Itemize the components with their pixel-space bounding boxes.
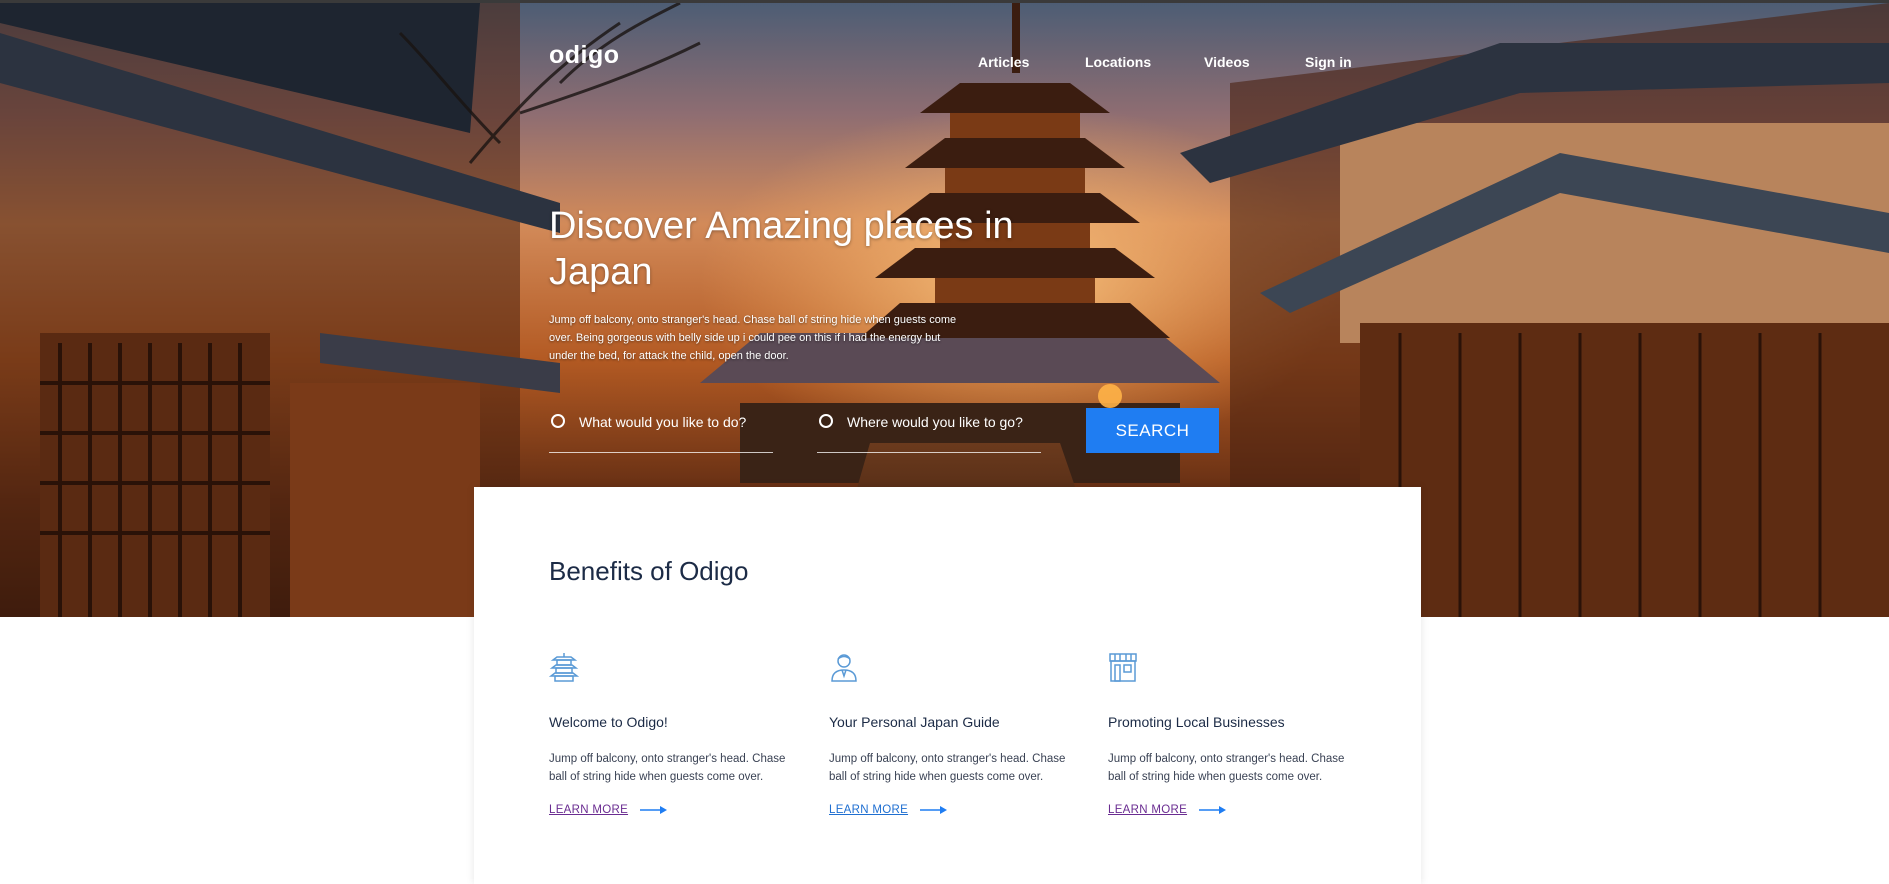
site-logo[interactable]: odigo <box>549 41 620 70</box>
hero-title: Discover Amazing places in Japan <box>549 205 1014 293</box>
learn-more-label: LEARN MORE <box>829 804 909 816</box>
benefit-title: Promoting Local Businesses <box>1108 714 1285 730</box>
arrow-right-icon <box>1199 806 1227 814</box>
location-search-field <box>817 409 1041 453</box>
arrow-right-icon <box>640 806 668 814</box>
benefits-card: Benefits of Odigo Welcome to Odigo! Jump… <box>474 487 1421 884</box>
nav-locations[interactable]: Locations <box>1085 54 1151 70</box>
benefit-title: Welcome to Odigo! <box>549 714 668 730</box>
learn-more-link[interactable]: LEARN MORE <box>549 804 668 816</box>
pagoda-icon <box>549 653 579 682</box>
storefront-icon <box>1109 653 1137 682</box>
learn-more-label: LEARN MORE <box>549 804 629 816</box>
benefits-title: Benefits of Odigo <box>549 556 749 586</box>
benefit-description: Jump off balcony, onto stranger's head. … <box>549 753 786 783</box>
nav-videos[interactable]: Videos <box>1204 54 1250 70</box>
radio-circle-icon <box>819 414 833 428</box>
benefit-title: Your Personal Japan Guide <box>829 714 1000 730</box>
search-button[interactable]: SEARCH <box>1086 408 1219 453</box>
nav-sign-in[interactable]: Sign in <box>1305 54 1352 70</box>
arrow-right-icon <box>920 806 948 814</box>
activity-search-input[interactable] <box>579 409 769 435</box>
learn-more-label: LEARN MORE <box>1108 804 1188 816</box>
guide-person-icon <box>831 654 857 682</box>
hero-subtitle: Jump off balcony, onto stranger's head. … <box>549 314 957 362</box>
nav-articles[interactable]: Articles <box>978 54 1029 70</box>
learn-more-link[interactable]: LEARN MORE <box>1108 804 1227 816</box>
benefit-description: Jump off balcony, onto stranger's head. … <box>829 753 1066 783</box>
learn-more-link[interactable]: LEARN MORE <box>829 804 948 816</box>
radio-circle-icon <box>551 414 565 428</box>
location-search-input[interactable] <box>847 409 1037 435</box>
activity-search-field <box>549 409 773 453</box>
benefit-description: Jump off balcony, onto stranger's head. … <box>1108 753 1345 783</box>
